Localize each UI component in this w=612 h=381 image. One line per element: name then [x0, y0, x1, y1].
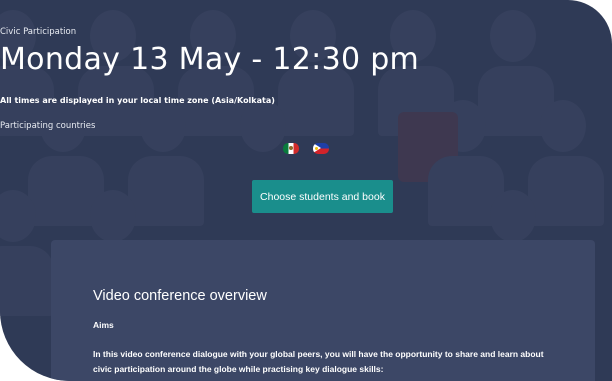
overview-intro-text: In this video conference dialogue with y…	[93, 349, 544, 374]
timezone-note: All times are displayed in your local ti…	[0, 96, 275, 105]
category-label: Civic Participation	[0, 27, 77, 37]
silhouette-head	[90, 190, 136, 242]
silhouette-shoulders	[528, 156, 604, 226]
philippines-flag-icon	[312, 143, 329, 154]
overview-title: Video conference overview	[93, 288, 267, 304]
overview-panel: Video conference overview Aims In this v…	[51, 240, 595, 381]
participating-countries-flags	[0, 138, 612, 157]
choose-students-and-book-button[interactable]: Choose students and book	[252, 180, 393, 213]
mexico-flag-icon	[283, 143, 300, 154]
participating-countries-label: Participating countries	[0, 121, 96, 131]
hero-banner: Civic Participation Monday 13 May - 12:3…	[0, 0, 612, 381]
page-title: Monday 13 May - 12:30 pm	[0, 42, 420, 77]
silhouette-shoulders	[128, 156, 204, 226]
aims-heading: Aims	[93, 320, 114, 330]
silhouette-shoulders	[0, 246, 54, 316]
silhouette-head	[490, 190, 536, 242]
